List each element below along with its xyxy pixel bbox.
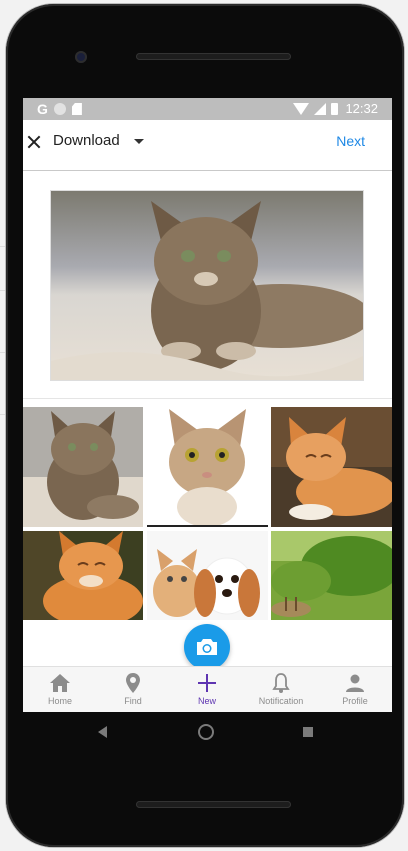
- gallery-thumb-5[interactable]: [147, 531, 268, 620]
- nav-profile[interactable]: Profile: [318, 667, 392, 712]
- nav-label: New: [197, 696, 216, 706]
- bottom-navigation: Home Find New Notification Profile: [23, 666, 392, 712]
- gallery-thumb-6[interactable]: [271, 531, 392, 620]
- divider: [23, 398, 392, 399]
- nav-label: Notification: [258, 696, 304, 706]
- album-dropdown[interactable]: Download: [53, 132, 144, 149]
- nav-notification[interactable]: Notification: [244, 667, 318, 712]
- selected-photo-preview: [51, 191, 363, 380]
- next-button[interactable]: Next: [336, 133, 365, 149]
- nav-label: Profile: [342, 696, 368, 706]
- gallery-thumb-3[interactable]: [271, 407, 392, 527]
- nav-label: Home: [47, 696, 72, 706]
- app-screen: G 12:32 Download Next Home Find New Noti…: [23, 98, 392, 712]
- bell-icon: [272, 673, 290, 693]
- tabby-cat-image: [51, 191, 363, 380]
- album-label: Download: [53, 132, 120, 149]
- nav-home[interactable]: Home: [23, 667, 97, 712]
- sync-icon: [53, 103, 66, 115]
- close-icon[interactable]: [25, 133, 43, 151]
- gallery-thumb-1[interactable]: [23, 407, 143, 527]
- nav-new[interactable]: New: [170, 667, 244, 712]
- status-time: 12:32: [345, 101, 378, 116]
- map-pin-icon: [126, 673, 140, 693]
- home-button-icon[interactable]: [198, 724, 214, 740]
- person-icon: [346, 674, 364, 692]
- battery-icon: [331, 102, 339, 115]
- google-icon: G: [37, 101, 48, 117]
- front-camera: [75, 51, 87, 63]
- top-bar: Download Next: [23, 120, 392, 171]
- back-icon[interactable]: [98, 726, 107, 738]
- signal-icon: [314, 102, 327, 115]
- wifi-icon: [293, 102, 310, 115]
- nav-label: Find: [124, 696, 142, 706]
- bottom-speaker: [136, 801, 291, 808]
- plus-icon: [198, 674, 216, 692]
- gallery-thumb-2[interactable]: [147, 407, 268, 527]
- gallery-thumb-4[interactable]: [23, 531, 143, 620]
- nav-find[interactable]: Find: [96, 667, 170, 712]
- recents-icon[interactable]: [303, 727, 313, 737]
- camera-button[interactable]: [184, 624, 230, 670]
- camera-icon: [197, 639, 217, 655]
- status-bar: G 12:32: [23, 98, 392, 120]
- caret-down-icon: [133, 139, 144, 144]
- sd-card-icon: [71, 103, 82, 115]
- earpiece-speaker: [136, 53, 291, 60]
- home-icon: [50, 674, 70, 692]
